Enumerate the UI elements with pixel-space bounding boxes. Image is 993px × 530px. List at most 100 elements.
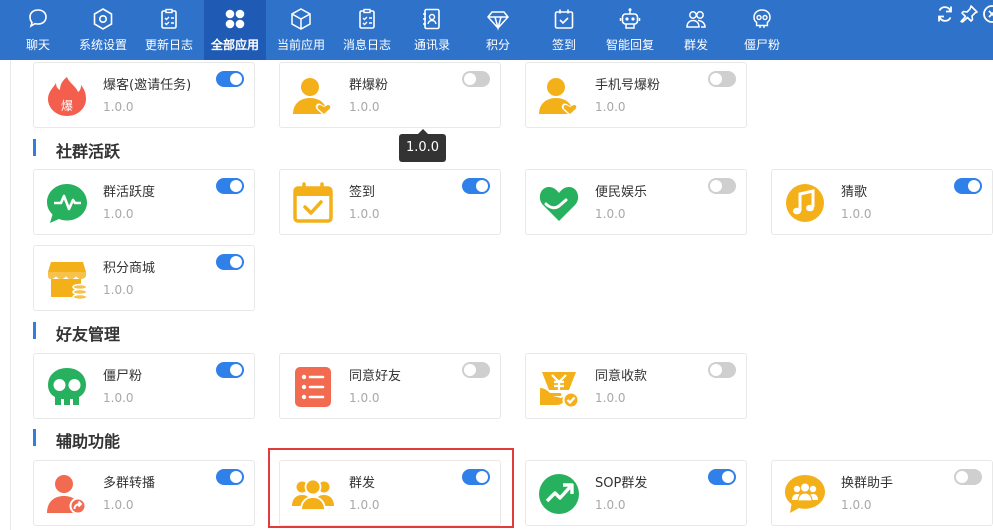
- app-version: 1.0.0: [103, 498, 134, 512]
- app-toggle[interactable]: [216, 362, 244, 378]
- app-toggle: [954, 469, 982, 485]
- section-title: 辅助功能: [56, 432, 121, 451]
- app-toggle[interactable]: [216, 71, 244, 87]
- app-version: 1.0.0: [103, 283, 134, 297]
- app-name: 同意好友: [349, 369, 402, 384]
- app-toggle[interactable]: [462, 71, 490, 87]
- app-version: 1.0.0: [349, 100, 380, 114]
- app-version: 1.0.0: [103, 100, 134, 114]
- contacts-book-icon: [423, 8, 440, 30]
- app-name: 同意收款: [595, 369, 648, 384]
- skull-icon: [753, 9, 771, 28]
- tab-contacts[interactable]: 通讯录: [401, 0, 463, 60]
- app-card-tongyihaoyou[interactable]: 同意好友 1.0.0: [279, 353, 501, 419]
- music-note-icon: [786, 184, 824, 222]
- tab-message-log-label: 消息日志: [342, 38, 391, 52]
- tab-checkin-label: 签到: [551, 38, 576, 52]
- highlight-box: [268, 448, 514, 528]
- app-name: 爆客(邀请任务): [103, 78, 192, 93]
- app-name: 僵尸粉: [103, 369, 143, 384]
- pulse-chat-icon: [47, 184, 87, 223]
- app-card-qunhuoyue[interactable]: 群活跃度 1.0.0: [33, 169, 255, 235]
- grid-icon: [225, 9, 245, 29]
- refresh-icon[interactable]: [935, 4, 955, 24]
- app-toggle[interactable]: [216, 254, 244, 270]
- app-card-duoqun[interactable]: 多群转播 1.0.0: [33, 460, 255, 526]
- tab-smart-reply[interactable]: 智能回复: [599, 0, 661, 60]
- app-toggle[interactable]: [708, 71, 736, 87]
- cube-icon: [291, 8, 311, 30]
- app-name: 积分商城: [103, 261, 156, 276]
- app-toggle[interactable]: [954, 178, 982, 194]
- app-toggle[interactable]: [708, 178, 736, 194]
- app-name: 群爆粉: [349, 78, 389, 93]
- diamond-icon: [487, 11, 509, 31]
- heart-icon: [539, 187, 579, 221]
- app-toggle[interactable]: [462, 362, 490, 378]
- app-card-phonebaofen[interactable]: 手机号爆粉 1.0.0: [525, 62, 747, 128]
- tab-contacts-label: 通讯录: [413, 38, 450, 52]
- tab-current-apps-label: 当前应用: [276, 38, 325, 52]
- app-version: 1.0.0: [595, 100, 626, 114]
- app-toggle[interactable]: [462, 178, 490, 194]
- app-version: 1.0.0: [103, 207, 134, 221]
- app-card-huanqun[interactable]: 换群助手 1.0.0: [771, 460, 993, 526]
- app-toggle[interactable]: [216, 469, 244, 485]
- tab-zombie-fans[interactable]: 僵尸粉: [731, 0, 793, 60]
- app-name: 群活跃度: [103, 185, 156, 200]
- app-toggle[interactable]: [708, 469, 736, 485]
- trend-up-icon: [539, 474, 579, 514]
- tab-points[interactable]: 积分: [467, 0, 529, 60]
- list-icon: [295, 367, 331, 407]
- app-card-tongyishoukuan[interactable]: 同意收款 1.0.0: [525, 353, 747, 419]
- section-bar: [33, 322, 36, 339]
- tab-message-log[interactable]: 消息日志: [336, 0, 398, 60]
- app-version: 1.0.0: [103, 391, 134, 405]
- close-circle-icon[interactable]: [982, 4, 993, 24]
- app-card-sop[interactable]: SOP群发 1.0.0: [525, 460, 747, 526]
- group-icon: [686, 11, 706, 28]
- app-name: 手机号爆粉: [595, 78, 661, 93]
- app-toggle[interactable]: [216, 178, 244, 194]
- tab-chat-label: 聊天: [25, 38, 50, 52]
- tab-mass-send[interactable]: 群发: [665, 0, 727, 60]
- svg-text:爆: 爆: [61, 99, 73, 113]
- tab-checkin[interactable]: 签到: [533, 0, 595, 60]
- app-card-qunbaofen[interactable]: 群爆粉 1.0.0: [279, 62, 501, 128]
- tab-system-settings-label: 系统设置: [78, 38, 127, 52]
- app-card-jiangshi[interactable]: 僵尸粉 1.0.0: [33, 353, 255, 419]
- tab-all-apps-label: 全部应用: [210, 38, 259, 52]
- app-version: 1.0.0: [841, 498, 872, 512]
- app-card-caige[interactable]: 猜歌 1.0.0: [771, 169, 993, 235]
- app-version: 1.0.0: [595, 207, 626, 221]
- left-divider: [10, 60, 11, 530]
- tab-mass-send-label: 群发: [683, 38, 708, 52]
- app-name: 换群助手: [841, 476, 894, 491]
- app-card-jifen[interactable]: 积分商城 1.0.0: [33, 245, 255, 311]
- app-name: 多群转播: [103, 476, 156, 491]
- app-name: SOP群发: [595, 476, 648, 491]
- tab-all-apps[interactable]: 全部应用: [204, 0, 266, 60]
- group-chat-icon: [785, 475, 825, 513]
- section-title: 社群活跃: [56, 142, 121, 161]
- calendar-check-icon: [293, 182, 333, 223]
- app-version: 1.0.0: [595, 391, 626, 405]
- section-bar: [33, 429, 36, 446]
- user-heart-icon: [293, 78, 333, 116]
- tab-smart-reply-label: 智能回复: [605, 38, 654, 52]
- app-card-qiandao[interactable]: 签到 1.0.0: [279, 169, 501, 235]
- app-name: 猜歌: [841, 185, 868, 200]
- robot-icon: [619, 8, 641, 29]
- yuan-check-icon: [540, 372, 580, 408]
- tab-chat[interactable]: 聊天: [7, 0, 69, 60]
- pin-icon[interactable]: [959, 4, 979, 24]
- app-toggle[interactable]: [708, 362, 736, 378]
- tab-update-log[interactable]: 更新日志: [138, 0, 200, 60]
- skull-icon: [48, 368, 86, 405]
- app-card-baofen[interactable]: 爆 爆客(邀请任务) 1.0.0: [33, 62, 255, 128]
- section-title: 好友管理: [56, 325, 121, 344]
- tab-system-settings[interactable]: 系统设置: [72, 0, 134, 60]
- user-heart-icon: [539, 78, 579, 116]
- tab-current-apps[interactable]: 当前应用: [270, 0, 332, 60]
- app-card-bianmin[interactable]: 便民娱乐 1.0.0: [525, 169, 747, 235]
